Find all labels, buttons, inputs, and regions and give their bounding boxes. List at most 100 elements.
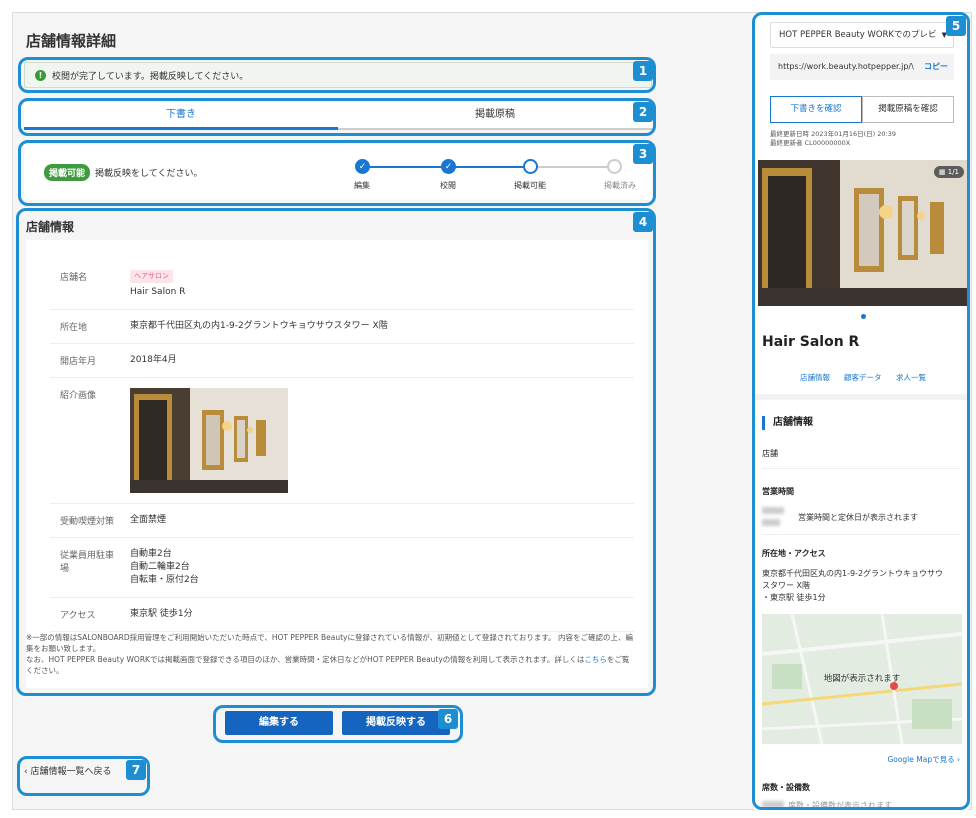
step-connector: [448, 166, 530, 168]
tab-published[interactable]: 掲載原稿: [338, 102, 652, 130]
store-label: 店舗: [762, 449, 778, 458]
step-current-icon: [523, 159, 538, 174]
tab-draft[interactable]: 下書き: [24, 102, 338, 130]
row-value: 2018年4月: [130, 355, 177, 365]
row-label: 受動喫煙対策: [60, 517, 115, 527]
row-value: 自動車2台 自動二輪車2台 自転車・原付2台: [130, 538, 634, 597]
image-counter-text: 1/1: [947, 168, 959, 176]
divider: [762, 534, 960, 535]
blurred-placeholder: [762, 506, 798, 530]
access-text: 東京都千代田区丸の内1-9-2グラントウキョウサウ スタワー X階 ・東京駅 徒…: [762, 568, 943, 604]
store-info-table: 店舗名 ヘアサロン Hair Salon R 所在地 東京都千代田区丸の内1-9…: [50, 260, 634, 632]
grid-icon: ▦: [938, 168, 946, 176]
step-check-icon: ✓: [355, 159, 370, 174]
genre-tag: ヘアサロン: [130, 270, 173, 283]
callout-number: 6: [438, 709, 458, 729]
parking-line: 自動車2台: [130, 549, 172, 559]
status-badge: 掲載可能: [44, 163, 91, 181]
details-link[interactable]: こちら: [584, 655, 607, 664]
updated-by: 最終更新者 CL00000000X: [770, 139, 851, 147]
status-text: 掲載反映をしてください。: [95, 168, 203, 179]
edit-button[interactable]: 編集する: [225, 711, 333, 735]
store-name: Hair Salon R: [130, 287, 186, 297]
step-connector: [362, 166, 448, 168]
map-placeholder[interactable]: 地図が表示されます: [762, 614, 962, 744]
step-label-publishable: 掲載可能: [514, 181, 546, 190]
hours-row: 営業時間と定休日が表示されます: [762, 506, 918, 530]
publish-button[interactable]: 掲載反映する: [342, 711, 450, 735]
carousel-dot[interactable]: [861, 314, 866, 319]
notice-text: 校閲が完了しています。掲載反映してください。: [52, 71, 249, 82]
check-draft-button[interactable]: 下書きを確認: [770, 96, 862, 123]
footnote: ※一部の情報はSALONBOARD採用管理をご利用開始いただいた時点で、HOT …: [26, 632, 636, 676]
parking-line: 自動二輪車2台: [130, 562, 190, 572]
access-line: 東京都千代田区丸の内1-9-2グラントウキョウサウ: [762, 569, 944, 578]
google-map-link[interactable]: Google Mapで見る ›: [887, 754, 960, 765]
row-value: ヘアサロン Hair Salon R: [130, 260, 634, 309]
seats-label: 席数・設備数: [762, 783, 810, 792]
salon-name: Hair Salon R: [762, 334, 860, 350]
preview-nav-customers[interactable]: 顧客データ: [844, 372, 882, 383]
update-meta: 最終更新日時 2023年01月16日(日) 20:39 最終更新者 CL0000…: [770, 130, 896, 148]
row-value: 東京都千代田区丸の内1-9-2グラントウキョウサウスタワー X階: [130, 321, 388, 331]
divider: [754, 394, 968, 400]
preview-url-field: https://work.beauty.hotpepper.jp/\ コピー: [770, 54, 954, 80]
preview-url: https://work.beauty.hotpepper.jp/\: [778, 62, 914, 71]
hours-text: 営業時間と定休日が表示されます: [798, 513, 918, 522]
access-label: 所在地・アクセス: [762, 549, 826, 558]
callout-number: 7: [126, 760, 146, 780]
salon-photo: [130, 388, 288, 493]
salon-photo-image: [130, 388, 288, 493]
step-label-published: 掲載済み: [604, 181, 636, 190]
chevron-left-icon: ‹: [24, 767, 28, 777]
exclamation-icon: !: [35, 69, 46, 81]
image-counter: ▦ 1/1: [933, 166, 964, 178]
row-value: 東京駅 徒歩1分: [130, 609, 193, 619]
chevron-right-icon: ›: [957, 755, 960, 764]
step-label-review: 校閲: [440, 181, 456, 190]
table-row: 店舗名 ヘアサロン Hair Salon R: [50, 260, 634, 310]
divider: [762, 468, 960, 469]
preview-nav-store[interactable]: 店舗情報: [800, 372, 830, 383]
status-panel: 掲載可能 掲載反映をしてください。 ✓ ✓ 編集 校閲 掲載可能 掲載済み: [24, 144, 652, 200]
google-map-link-label: Google Mapで見る: [887, 755, 955, 764]
hero-photo: [758, 160, 968, 306]
step-connector: [530, 166, 614, 168]
row-value: [130, 378, 634, 503]
callout-number: 4: [633, 212, 653, 232]
callout-number: 3: [633, 144, 653, 164]
row-label: アクセス: [60, 611, 96, 621]
notice-banner: ! 校閲が完了しています。掲載反映してください。: [24, 62, 652, 88]
seats-text-label: 席数・設備数が表示されます: [788, 801, 892, 810]
store-info-card: 店舗名 ヘアサロン Hair Salon R 所在地 東京都千代田区丸の内1-9…: [26, 240, 648, 688]
footnote-line: なお、HOT PEPPER Beauty WORKでは掲載画面で登録できる項目の…: [26, 655, 585, 664]
step-label-edit: 編集: [354, 181, 370, 190]
copy-button[interactable]: コピー: [920, 54, 948, 80]
map-text: 地図が表示されます: [823, 674, 901, 684]
back-link[interactable]: ‹ 店舗情報一覧へ戻る: [24, 764, 112, 777]
step-pending-icon: [607, 159, 622, 174]
section-heading: 店舗情報: [26, 220, 75, 234]
preview-panel: HOT PEPPER Beauty WORKでのプレビ ▼ https://wo…: [754, 14, 968, 810]
preview-select[interactable]: HOT PEPPER Beauty WORKでのプレビ ▼: [770, 22, 954, 48]
back-link-label: 店舗情報一覧へ戻る: [30, 767, 112, 777]
table-row: 所在地 東京都千代田区丸の内1-9-2グラントウキョウサウスタワー X階: [50, 310, 634, 344]
row-value: 全面禁煙: [130, 515, 167, 525]
preview-nav-jobs[interactable]: 求人一覧: [896, 372, 926, 383]
store-info-section: 店舗情報 店舗名 ヘアサロン Hair Salon R 所在地 東京都千代田区丸…: [20, 210, 654, 694]
access-line: ・東京駅 徒歩1分: [762, 593, 826, 602]
check-published-button[interactable]: 掲載原稿を確認: [862, 96, 954, 123]
row-label: 開店年月: [60, 357, 97, 367]
table-row: 紹介画像: [50, 378, 634, 504]
callout-number: 2: [633, 102, 653, 122]
footnote-line: ※一部の情報はSALONBOARD採用管理をご利用開始いただいた時点で、HOT …: [26, 633, 634, 653]
step-check-icon: ✓: [441, 159, 456, 174]
updated-at: 最終更新日時 2023年01月16日(日) 20:39: [770, 130, 897, 138]
seats-text: 席数・設備数が表示されます: [762, 800, 892, 810]
table-row: 開店年月 2018年4月: [50, 344, 634, 378]
preview-select-value: HOT PEPPER Beauty WORKでのプレビ: [779, 30, 937, 40]
row-label: 紹介画像: [60, 391, 97, 401]
table-row: 従業員用駐車場 自動車2台 自動二輪車2台 自転車・原付2台: [50, 538, 634, 598]
row-label: 所在地: [60, 323, 88, 333]
callout-number: 5: [946, 16, 966, 36]
